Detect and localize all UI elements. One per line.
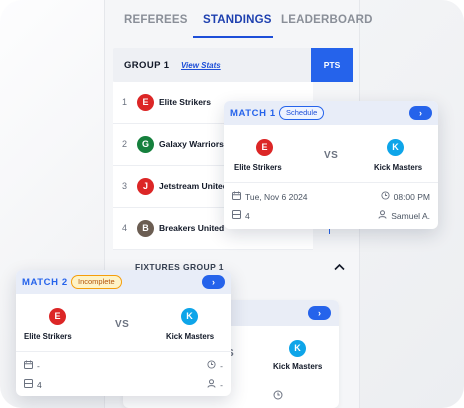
team-badge-icon: J: [137, 178, 154, 195]
match-time: -: [207, 360, 223, 371]
away-team-name: Kick Masters: [374, 163, 423, 172]
calendar-icon: [24, 360, 34, 371]
vs-label: VS: [115, 319, 130, 330]
time-text: 08:00 PM: [393, 192, 430, 202]
team-badge-icon: K: [289, 340, 306, 357]
tab-bar: REFEREES STANDINGS LEADERBOARD: [105, 0, 372, 38]
match-teams: E Elite Strikers VS K Kick Masters: [16, 294, 231, 352]
match-teams: E Elite Strikers VS K Kick Masters: [224, 125, 438, 183]
time-text: -: [220, 361, 223, 371]
field-icon: [24, 379, 34, 390]
active-tab-indicator: [193, 36, 273, 38]
clock-icon: [381, 191, 391, 202]
team-name: Jetstream United: [159, 181, 228, 191]
rank: 4: [122, 223, 128, 233]
team-badge-icon: E: [137, 94, 154, 111]
referee-icon: [378, 210, 388, 221]
clock-icon: [207, 360, 217, 371]
referee-icon: [207, 379, 217, 390]
team-badge-icon: G: [137, 136, 154, 153]
match-label: MATCH 1: [230, 108, 276, 119]
match-1-card[interactable]: MATCH 1 Schedule › E Elite Strikers VS K…: [224, 101, 438, 229]
rank: 1: [122, 97, 128, 107]
match-card-header: MATCH 1 Schedule ›: [224, 101, 438, 125]
clock-icon: [273, 390, 283, 402]
match-time: 08:00 PM: [381, 191, 430, 202]
away-team-name: Kick Masters: [166, 332, 215, 341]
field-text: 4: [245, 211, 250, 221]
chevron-up-icon[interactable]: [334, 260, 345, 274]
match-label: MATCH 2: [22, 277, 68, 288]
tab-leaderboard[interactable]: LEADERBOARD: [281, 0, 373, 38]
status-badge: Schedule: [279, 106, 325, 120]
team-badge-icon: E: [49, 308, 66, 325]
match-field: 4: [232, 210, 250, 221]
match-date: -: [24, 360, 40, 371]
field-text: 4: [37, 380, 42, 390]
team-badge-icon: B: [137, 220, 154, 237]
next-button[interactable]: ›: [308, 306, 331, 320]
referee-text: Samuel A.: [391, 211, 430, 221]
match-info: Tue, Nov 6 2024 08:00 PM 4 Samuel A.: [224, 183, 438, 227]
calendar-icon: [232, 191, 242, 202]
status-badge: Incomplete: [71, 275, 122, 289]
tab-standings[interactable]: STANDINGS: [203, 0, 272, 38]
chevron-right-icon: ›: [419, 108, 422, 118]
next-button[interactable]: ›: [202, 275, 225, 289]
field-icon: [232, 210, 242, 221]
team-badge-icon: K: [387, 139, 404, 156]
chevron-right-icon: ›: [318, 308, 321, 318]
date-text: Tue, Nov 6 2024: [245, 192, 308, 202]
rank: 3: [122, 181, 128, 191]
tab-referees[interactable]: REFEREES: [124, 0, 188, 38]
home-team-name: Elite Strikers: [24, 332, 72, 341]
match-date: Tue, Nov 6 2024: [232, 191, 308, 202]
rank: 2: [122, 139, 128, 149]
next-button[interactable]: ›: [409, 106, 432, 120]
match-referee: Samuel A.: [378, 210, 430, 221]
group-title: GROUP 1: [124, 60, 170, 71]
pts-column-header[interactable]: PTS: [311, 48, 353, 82]
vs-label: VS: [324, 150, 339, 161]
stage: REFEREES STANDINGS LEADERBOARD GROUP 1 V…: [0, 0, 464, 408]
team-name: Galaxy Warriors: [159, 139, 224, 149]
match-card-header: MATCH 2 Incomplete ›: [16, 270, 231, 294]
team-name: Breakers United: [159, 223, 225, 233]
date-text: -: [37, 361, 40, 371]
view-stats-link[interactable]: View Stats: [181, 61, 221, 70]
team-name: Elite Strikers: [159, 97, 211, 107]
group-header: GROUP 1 View Stats PTS: [113, 48, 353, 82]
chevron-right-icon: ›: [212, 277, 215, 287]
match-field: 4: [24, 379, 42, 390]
match-2-card[interactable]: MATCH 2 Incomplete › E Elite Strikers VS…: [16, 270, 231, 396]
home-team-name: Elite Strikers: [234, 163, 282, 172]
match-referee: -: [207, 379, 223, 390]
match-info: - - 4 -: [16, 352, 231, 396]
referee-text: -: [220, 380, 223, 390]
team-badge-icon: K: [181, 308, 198, 325]
team-badge-icon: E: [256, 139, 273, 156]
away-team-name: Kick Masters: [273, 362, 323, 371]
